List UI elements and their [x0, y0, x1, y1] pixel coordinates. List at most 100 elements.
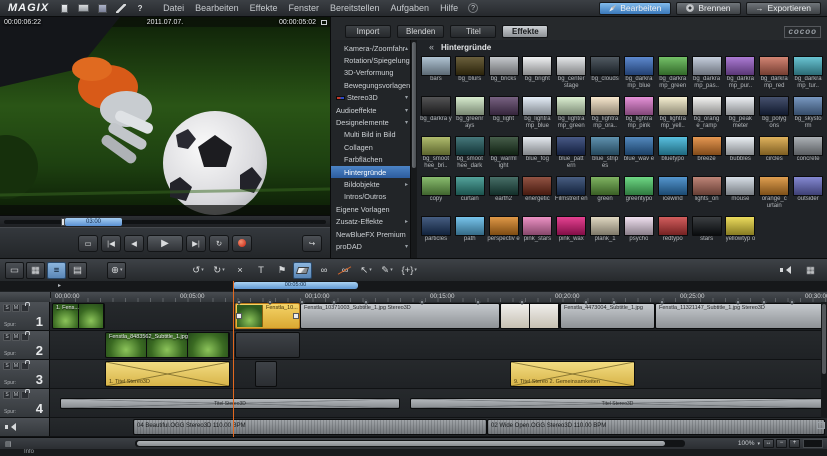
- background-preset-bg-darkra-mp-pas[interactable]: bg_darkra mp_pas..: [690, 55, 724, 95]
- zoom-in-button[interactable]: +: [789, 439, 800, 448]
- help-icon[interactable]: ?: [468, 3, 478, 13]
- scrubber-range[interactable]: 03:00: [65, 218, 122, 226]
- back-icon[interactable]: «: [429, 42, 434, 52]
- track-1-header[interactable]: SMSpur:1: [0, 302, 50, 330]
- background-preset-bg-smoot-hee-dark[interactable]: bg_smoot hee_dark: [453, 135, 487, 175]
- background-preset-blue-patt-ern[interactable]: blue_patt ern: [554, 135, 588, 175]
- jump-to-end-button[interactable]: ▶|: [186, 235, 206, 252]
- frame-back-button[interactable]: ◀: [124, 235, 144, 252]
- title-editor-button[interactable]: T: [251, 262, 270, 279]
- undo-button[interactable]: ↺▾: [188, 262, 207, 279]
- background-preset-outsider[interactable]: outsider: [791, 175, 825, 215]
- audio-track-header[interactable]: [0, 418, 50, 436]
- category-rotation-spiegelung[interactable]: Rotation/Spiegelung: [331, 54, 410, 66]
- background-preset-bg-lightra-mp-pink[interactable]: bg_lightra mp_pink: [622, 95, 656, 135]
- timeline-range-row[interactable]: ▸ 00:05:00: [0, 281, 827, 291]
- background-preset-lights-on[interactable]: lights_on: [690, 175, 724, 215]
- category-kamera-zoomfahrt[interactable]: Kamera-/Zoomfahrt▴: [331, 42, 410, 54]
- background-preset-bg-clouds[interactable]: bg_clouds: [588, 55, 622, 95]
- tab-titel[interactable]: Titel: [450, 25, 496, 38]
- mute-button[interactable]: M: [12, 304, 20, 312]
- timeline-playhead[interactable]: [233, 281, 234, 437]
- clip-image[interactable]: Fenstla_8483562_Subtitle_1.jpg: [105, 332, 230, 358]
- background-preset-bg-warml-ight[interactable]: bg_warml ight: [487, 135, 521, 175]
- background-preset-icewind[interactable]: icewind: [656, 175, 690, 215]
- razor-button[interactable]: [293, 262, 312, 279]
- background-preset-bubbles[interactable]: bubbles: [723, 135, 757, 175]
- mouse-mode-button[interactable]: ↖▾: [356, 262, 375, 279]
- clip-thin[interactable]: Titel Stereo3D: [410, 398, 825, 409]
- category-bewegungsvorlagen[interactable]: Bewegungsvorlagen: [331, 79, 410, 91]
- background-preset-bg-greenr-ays[interactable]: bg_greenr ays: [453, 95, 487, 135]
- track-1-content[interactable]: 1. Fens...Fenstla_10...Fenstla_10371003_…: [50, 302, 827, 330]
- track-4-header[interactable]: SMSpur:4: [0, 389, 50, 417]
- scrubber-playhead-handle[interactable]: [61, 218, 65, 226]
- save-project-icon[interactable]: [95, 2, 109, 14]
- menu-hilfe[interactable]: Hilfe: [440, 3, 458, 13]
- menu-bearbeiten[interactable]: Bearbeiten: [195, 3, 239, 13]
- loop-button[interactable]: ↻: [209, 235, 229, 252]
- solo-button[interactable]: S: [3, 391, 11, 399]
- lock-button[interactable]: [21, 362, 29, 370]
- view-single-track-button[interactable]: ▭: [5, 262, 24, 279]
- category-stereo3d[interactable]: Stereo3D▾: [331, 92, 410, 104]
- scrollbar-thumb[interactable]: [137, 441, 665, 446]
- category-bildobjekte[interactable]: Bildobjekte▸: [331, 178, 410, 190]
- background-preset-bg-peak-meter[interactable]: bg_peak meter: [723, 95, 757, 135]
- background-preset-bg-darkra-mp-red[interactable]: bg_darkra mp_red: [757, 55, 791, 95]
- background-preset-bluetypo[interactable]: bluetypo: [656, 135, 690, 175]
- background-preset-breeze[interactable]: breeze: [690, 135, 724, 175]
- open-project-icon[interactable]: [76, 2, 90, 14]
- background-preset-concrete[interactable]: concrete: [791, 135, 825, 175]
- layers-icon[interactable]: ▤: [5, 440, 12, 448]
- menu-aufgaben[interactable]: Aufgaben: [391, 3, 430, 13]
- new-project-icon[interactable]: [57, 2, 71, 14]
- solo-button[interactable]: S: [3, 362, 11, 370]
- background-preset-bg-orang-e-ramp[interactable]: bg_orang e_ramp: [690, 95, 724, 135]
- menu-datei[interactable]: Datei: [163, 3, 184, 13]
- category-list-scrollbar[interactable]: [410, 40, 417, 258]
- clip-selected[interactable]: Fenstla_10...: [235, 303, 300, 329]
- visible-range-bar[interactable]: 00:05:00: [233, 282, 358, 289]
- background-preset-mouse[interactable]: mouse: [723, 175, 757, 215]
- background-preset-bg-darkra-mp-tur[interactable]: bg_darkra mp_tur..: [791, 55, 825, 95]
- background-preset-blue-strip-es[interactable]: blue_strip es: [588, 135, 622, 175]
- mixer-grid-button[interactable]: ▦: [801, 262, 820, 279]
- zoom-out-button[interactable]: −: [776, 439, 787, 448]
- background-preset-perspectiv-e[interactable]: perspectiv e: [487, 215, 521, 255]
- scrollbar-thumb[interactable]: [822, 304, 826, 374]
- background-preset-blue-wav-e[interactable]: blue_wav e: [622, 135, 656, 175]
- view-timeline-button[interactable]: ≡: [47, 262, 66, 279]
- background-preset-bg-darkra-mp-blue[interactable]: bg_darkra mp_blue: [622, 55, 656, 95]
- ungroup-button[interactable]: ∞: [335, 262, 354, 279]
- clip-gray[interactable]: Fenstla_10371003_Subtitle_1.jpg Stereo3D: [300, 303, 500, 329]
- collapse-icon[interactable]: −: [817, 422, 825, 429]
- track-3-header[interactable]: SMSpur:3: [0, 360, 50, 388]
- background-preset-pink-wax[interactable]: pink_wax: [554, 215, 588, 255]
- solo-button[interactable]: S: [3, 333, 11, 341]
- background-preset-bg-smoot-hee-bri[interactable]: bg_smoot hee_bri..: [419, 135, 453, 175]
- range-marker-icon[interactable]: ▸: [58, 282, 61, 289]
- track-2-header[interactable]: SMSpur:2: [0, 331, 50, 359]
- preview-scrubber[interactable]: 03:00: [0, 215, 330, 227]
- background-preset-orange-c-urtain[interactable]: orange_c urtain: [757, 175, 791, 215]
- background-preset-yellowtyp-o[interactable]: yellowtyp o: [723, 215, 757, 255]
- background-preset-blue-fog[interactable]: blue_fog: [520, 135, 554, 175]
- background-preset-bg-light[interactable]: bg_light: [487, 95, 521, 135]
- background-preset-filmstreif-en[interactable]: Filmstreif en: [554, 175, 588, 215]
- category-hintergr-nde[interactable]: Hintergründe: [331, 166, 410, 178]
- chevron-down-icon[interactable]: ▾: [757, 441, 760, 447]
- background-preset-green[interactable]: green: [588, 175, 622, 215]
- track-2-content[interactable]: Fenstla_8483562_Subtitle_1.jpg: [50, 331, 827, 359]
- draw-mode-button[interactable]: ✎▾: [377, 262, 396, 279]
- group-button[interactable]: ∞: [314, 262, 333, 279]
- category-collagen[interactable]: Collagen: [331, 141, 410, 153]
- audio-monitor-button[interactable]: [776, 262, 795, 279]
- background-preset-bg-darkra-y[interactable]: bg_darkra y: [419, 95, 453, 135]
- category-newbluefx-premium[interactable]: NewBlueFX Premium: [331, 228, 410, 240]
- record-button[interactable]: [232, 235, 252, 252]
- background-preset-bg-lightra-mp-blue[interactable]: bg_lightra mp_blue: [520, 95, 554, 135]
- view-storyboard-button[interactable]: ▦: [26, 262, 45, 279]
- track-4-content[interactable]: Titel Stereo3DTitel Stereo3D: [50, 389, 827, 417]
- preview-monitor-button[interactable]: ▭: [78, 235, 98, 252]
